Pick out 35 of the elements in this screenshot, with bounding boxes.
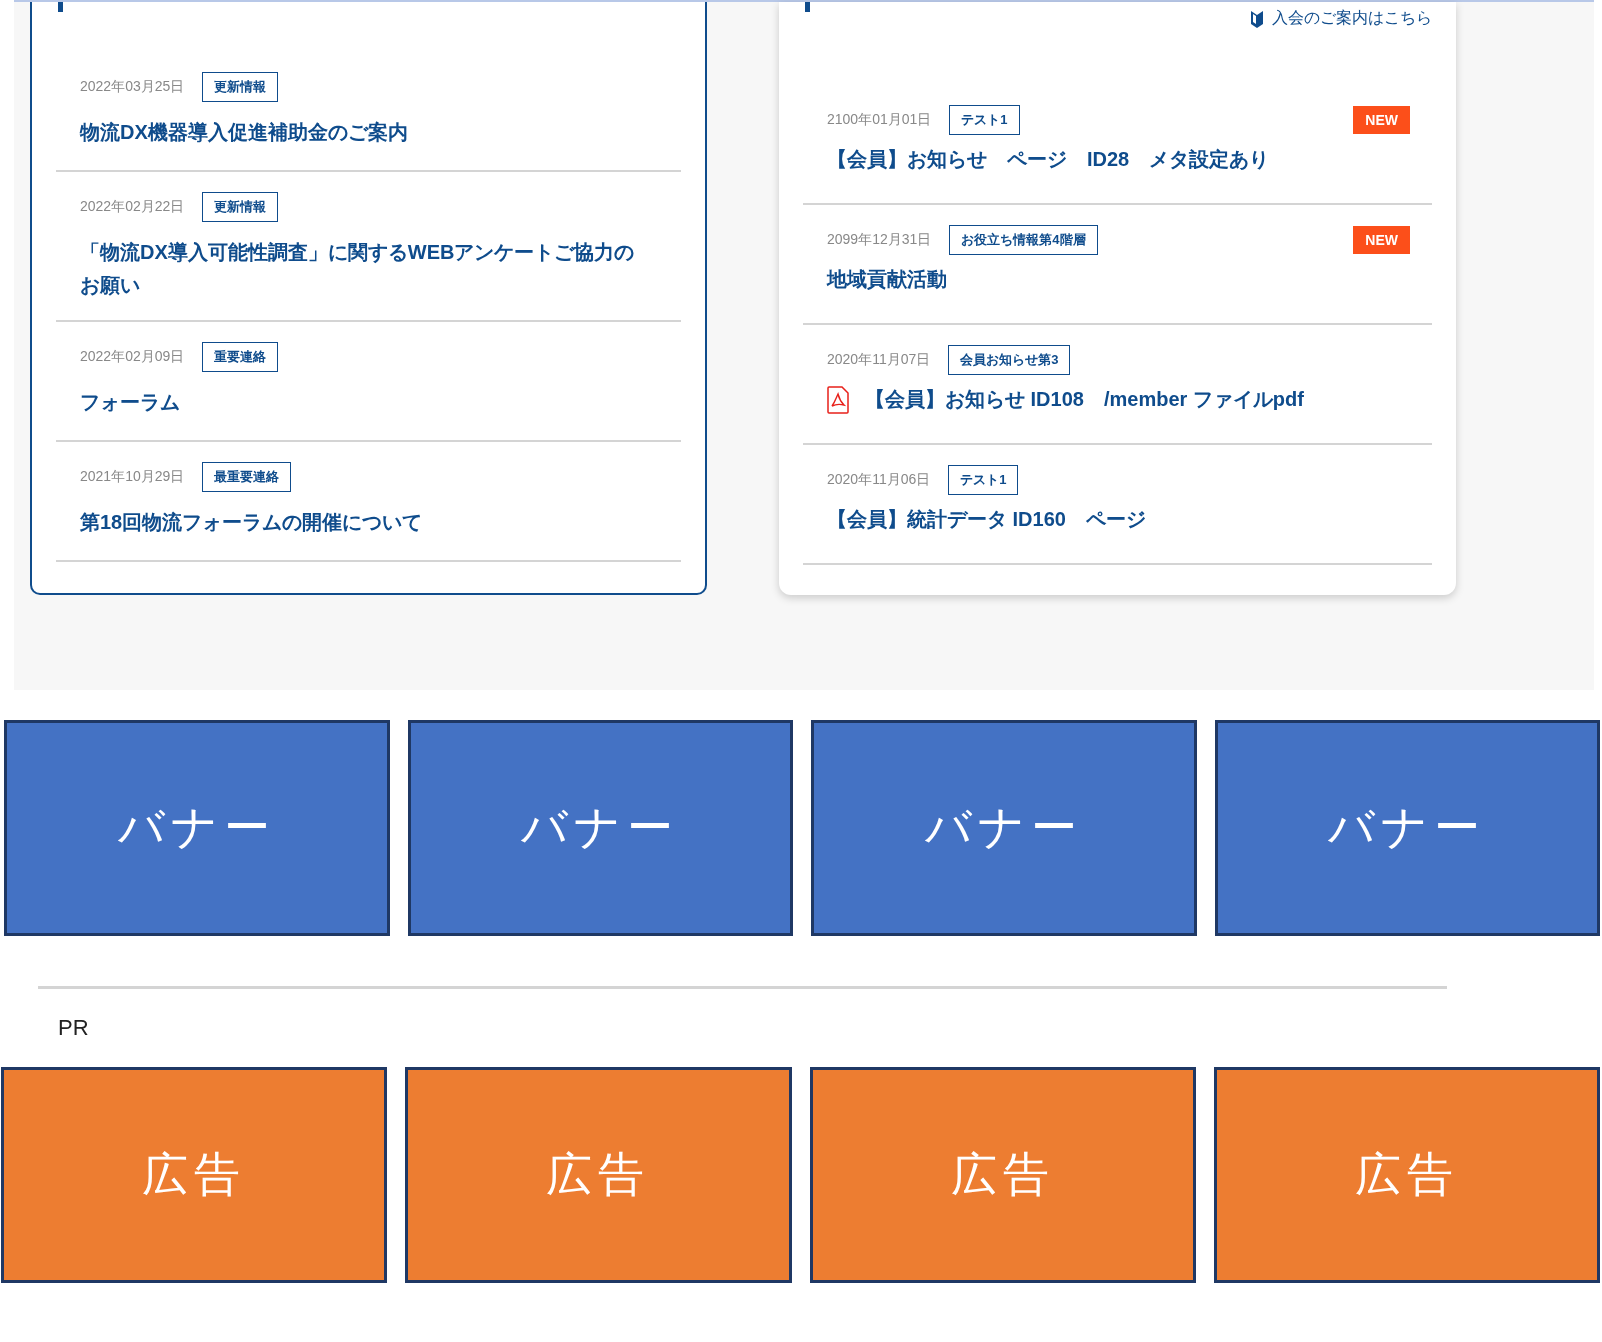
category-tag: テスト1 (948, 465, 1019, 495)
news-title-link[interactable]: 【会員】お知らせ ページ ID28 メタ設定あり (827, 143, 1270, 176)
news-date: 2022年03月25日 (80, 78, 185, 96)
banner[interactable]: バナー (811, 720, 1197, 936)
news-title-link[interactable]: 物流DX機器導入促進補助金のご案内 (80, 116, 651, 149)
news-date: 2022年02月09日 (80, 348, 185, 366)
news-date: 2020年11月07日 (827, 351, 931, 369)
news-date: 2021年10月29日 (80, 468, 185, 486)
category-tag: 会員お知らせ第3 (948, 345, 1071, 375)
news-date: 2020年11月06日 (827, 471, 931, 489)
beginner-mark-icon (1250, 8, 1264, 29)
news-title-link[interactable]: 【会員】統計データ ID160 ページ (827, 503, 1146, 536)
news-title-link[interactable]: 第18回物流フォーラムの開催について (80, 506, 651, 539)
new-badge: NEW (1353, 106, 1410, 134)
category-tag: テスト1 (949, 105, 1020, 135)
category-tag: 更新情報 (202, 72, 279, 102)
join-link[interactable]: 入会のご案内はこちら (1250, 8, 1432, 29)
news-date: 2099年12月31日 (827, 231, 932, 249)
category-tag: 更新情報 (202, 192, 279, 222)
category-tag: 最重要連絡 (202, 462, 292, 492)
news-title-link[interactable]: 「物流DX導入可能性調査」に関するWEBアンケートご協力のお願い (80, 236, 651, 302)
pdf-file-icon (827, 385, 849, 414)
banner[interactable]: バナー (407, 720, 793, 936)
news-date: 2022年02月22日 (80, 198, 185, 216)
banner[interactable]: バナー (1214, 720, 1600, 936)
news-title-link[interactable]: フォーラム (80, 386, 651, 419)
category-tag: 重要連絡 (202, 342, 279, 372)
banner[interactable]: バナー (4, 720, 390, 936)
new-badge: NEW (1353, 226, 1410, 254)
pr-label: PR (58, 1015, 90, 1041)
heading-marker (805, 2, 810, 12)
news-title-link[interactable]: 地域貢献活動 (827, 263, 947, 296)
news-title-link[interactable]: 【会員】お知らせ ID108 /member ファイルpdf (865, 383, 1304, 416)
category-tag: お役立ち情報第4階層 (949, 225, 1098, 255)
news-date: 2100年01月01日 (827, 111, 932, 129)
